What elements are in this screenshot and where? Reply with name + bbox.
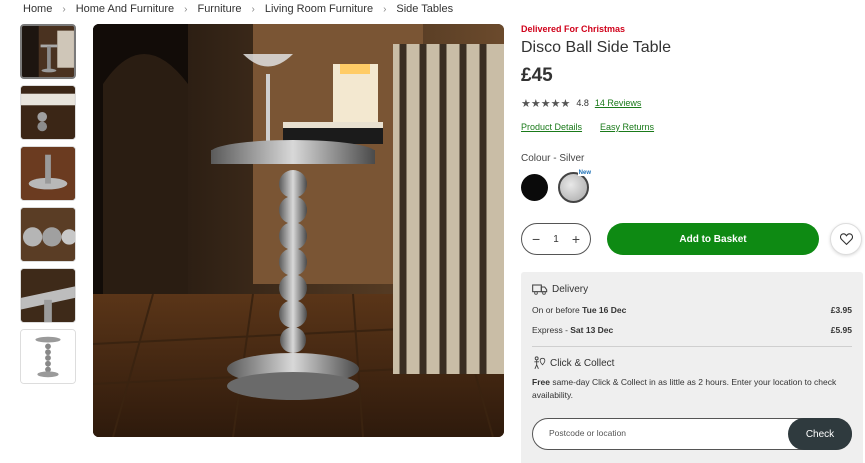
product-thumbnail-image [21, 269, 75, 322]
delivery-price: £5.95 [830, 325, 852, 335]
delivery-date: Sat 13 Dec [570, 325, 614, 335]
rating-row: ★★★★★ 4.8 14 Reviews [521, 96, 863, 110]
truck-icon [532, 284, 548, 295]
divider [532, 346, 852, 347]
chevron-right-icon: › [62, 3, 66, 15]
colour-swatches: New [521, 169, 863, 203]
delivery-price: £3.95 [830, 305, 852, 315]
add-to-basket-button[interactable]: Add to Basket [607, 223, 819, 255]
chevron-right-icon: › [251, 3, 255, 15]
product-info: Delivered For Christmas Disco Ball Side … [521, 24, 863, 463]
breadcrumb-home-and-furniture[interactable]: Home And Furniture [76, 3, 174, 15]
promo-label: Delivered For Christmas [521, 24, 626, 34]
star-rating-icon: ★★★★★ [521, 97, 571, 110]
easy-returns-link[interactable]: Easy Returns [600, 122, 654, 136]
click-collect-title: Click & Collect [550, 357, 615, 369]
free-label: Free [532, 377, 550, 387]
thumbnail-2[interactable] [20, 85, 76, 140]
swatch-black[interactable] [521, 173, 548, 201]
qty-value[interactable]: 1 [553, 234, 559, 245]
product-details-link[interactable]: Product Details [521, 122, 582, 136]
delivery-panel: Delivery On or before Tue 16 Dec £3.95 E… [521, 272, 863, 463]
thumbnail-5[interactable] [20, 268, 76, 323]
qty-decrease-button[interactable]: − [532, 231, 540, 247]
delivery-option-standard: On or before Tue 16 Dec £3.95 [532, 305, 852, 316]
postcode-input[interactable] [549, 428, 769, 438]
delivery-prefix: On or before [532, 305, 583, 315]
delivery-date: Tue 16 Dec [582, 305, 627, 315]
reviews-link[interactable]: 14 Reviews [595, 98, 642, 108]
swatch-silver[interactable]: New [558, 169, 592, 203]
product-thumbnail-image [21, 86, 75, 139]
breadcrumb-furniture[interactable]: Furniture [197, 3, 241, 15]
product-thumbnail-image [21, 330, 75, 383]
product-price: £45 [521, 65, 553, 86]
click-collect-text: same-day Click & Collect in as little as… [532, 377, 837, 400]
product-thumbnail-image [22, 26, 74, 77]
thumbnail-6[interactable] [20, 329, 76, 384]
qty-increase-button[interactable]: + [572, 231, 580, 247]
product-title: Disco Ball Side Table [521, 39, 672, 56]
click-collect-header: Click & Collect [532, 356, 852, 370]
check-button[interactable]: Check [788, 418, 852, 450]
chevron-right-icon: › [184, 3, 188, 15]
new-badge: New [577, 169, 592, 176]
thumbnail-3[interactable] [20, 146, 76, 201]
postcode-field: Check [532, 418, 852, 450]
product-thumbnail-image [21, 208, 75, 261]
disco-ball-side-table-photo [93, 24, 504, 437]
wishlist-button[interactable] [830, 223, 862, 255]
breadcrumb-home[interactable]: Home [23, 3, 52, 15]
buy-row: − 1 + Add to Basket [521, 223, 863, 255]
person-pin-icon [534, 356, 546, 370]
delivery-option-express: Express - Sat 13 Dec £5.95 [532, 325, 852, 336]
breadcrumb: Home › Home And Furniture › Furniture › … [23, 2, 453, 16]
quantity-stepper: − 1 + [521, 223, 591, 255]
product-links: Product Details Easy Returns [521, 122, 863, 136]
delivery-prefix: Express - [532, 325, 571, 335]
breadcrumb-side-tables[interactable]: Side Tables [396, 3, 453, 15]
delivery-title: Delivery [552, 283, 589, 295]
product-thumbnail-image [21, 147, 75, 200]
click-collect-description: Free same-day Click & Collect in as litt… [532, 376, 852, 402]
rating-value: 4.8 [576, 98, 589, 108]
breadcrumb-living-room-furniture[interactable]: Living Room Furniture [265, 3, 373, 15]
thumbnail-1[interactable] [20, 24, 76, 79]
main-product-image[interactable] [93, 24, 504, 437]
thumbnail-4[interactable] [20, 207, 76, 262]
chevron-right-icon: › [383, 3, 387, 15]
colour-label: Colour - Silver [521, 153, 585, 164]
thumbnail-list [20, 24, 76, 390]
heart-icon [839, 233, 853, 245]
delivery-header: Delivery [532, 282, 852, 296]
